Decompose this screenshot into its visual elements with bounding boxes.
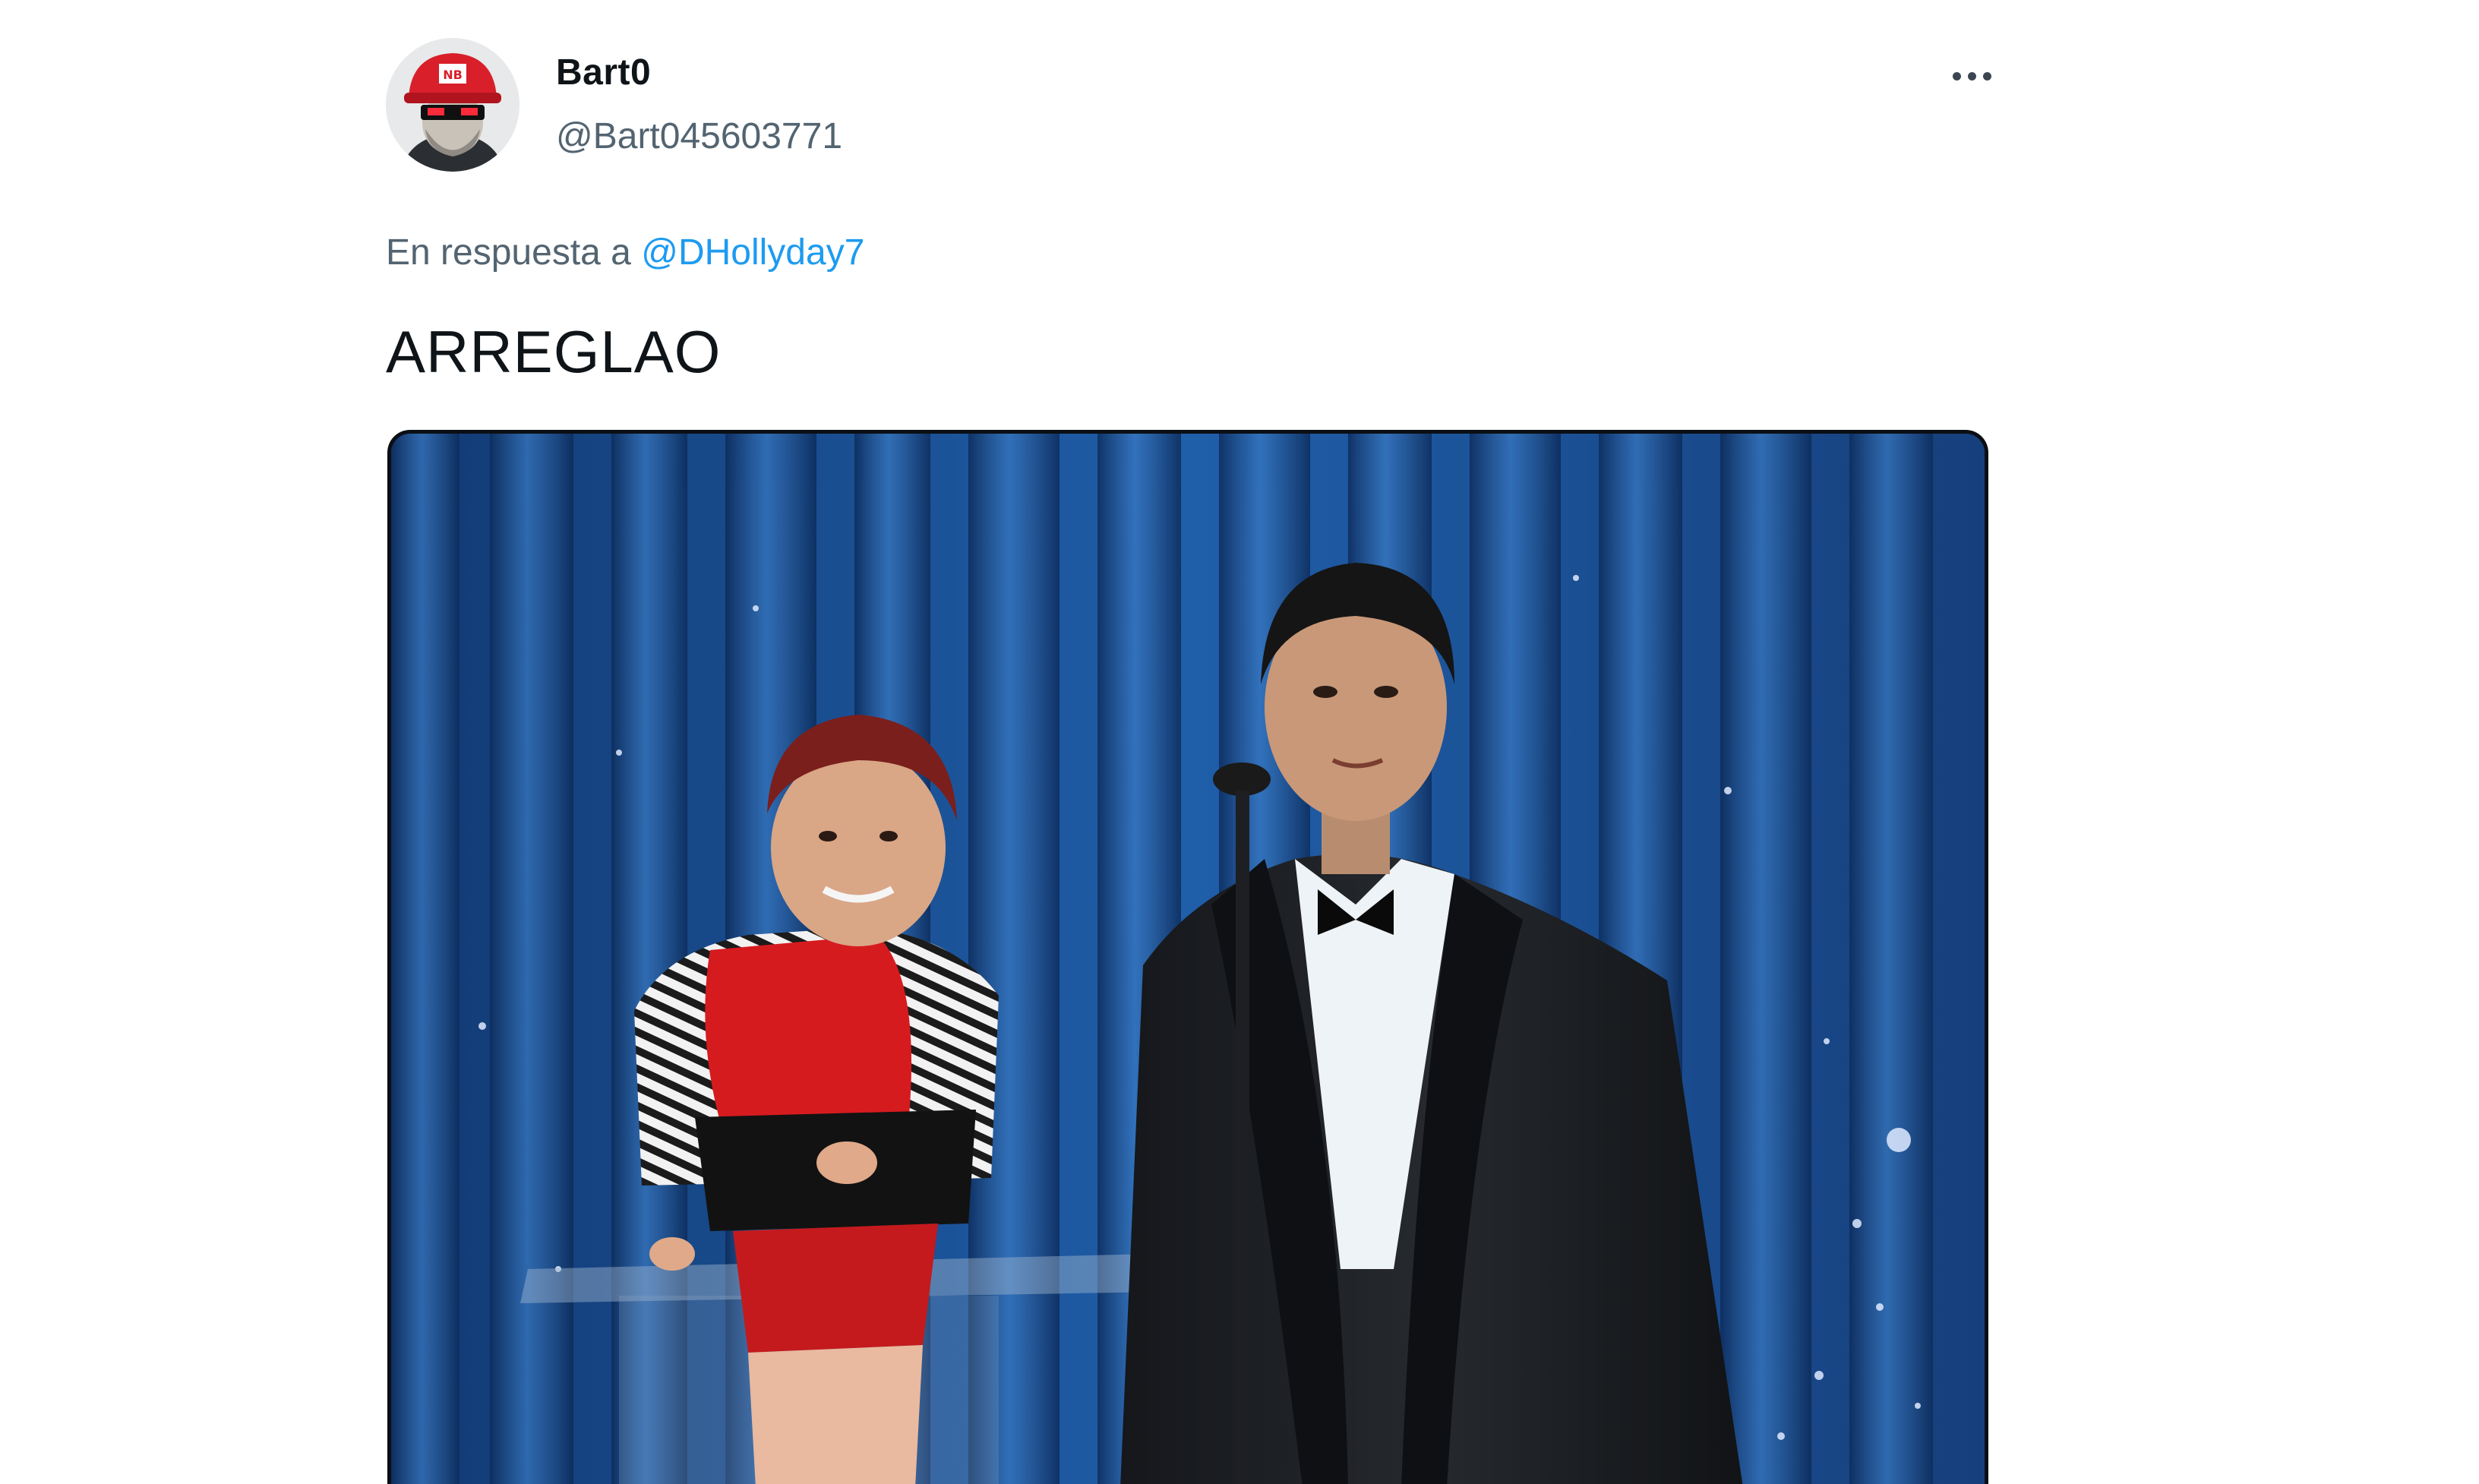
reply-context: En respuesta a @DHollyday7 [386,232,864,273]
avatar-image-icon: NB [386,38,519,172]
more-dot-icon [1967,71,1976,81]
svg-text:NB: NB [443,68,463,82]
author-handle[interactable]: @Bart045603771 [556,115,842,157]
stage-photo-icon [391,434,1985,1484]
more-dot-icon [1982,71,1991,81]
author-display-name[interactable]: Bart0 [556,52,651,93]
more-dot-icon [1952,71,1961,81]
more-options-button[interactable] [1941,53,2002,99]
tweet: NB Bart0 @Bart045603771 En respuesta a @… [0,0,2479,1484]
reply-mention-link[interactable]: @DHollyday7 [641,232,864,273]
tweet-text: ARREGLAO [386,318,722,385]
reply-prefix: En respuesta a [386,232,631,273]
tweet-media-photo[interactable] [387,430,1988,1484]
author-avatar[interactable]: NB [386,38,519,172]
